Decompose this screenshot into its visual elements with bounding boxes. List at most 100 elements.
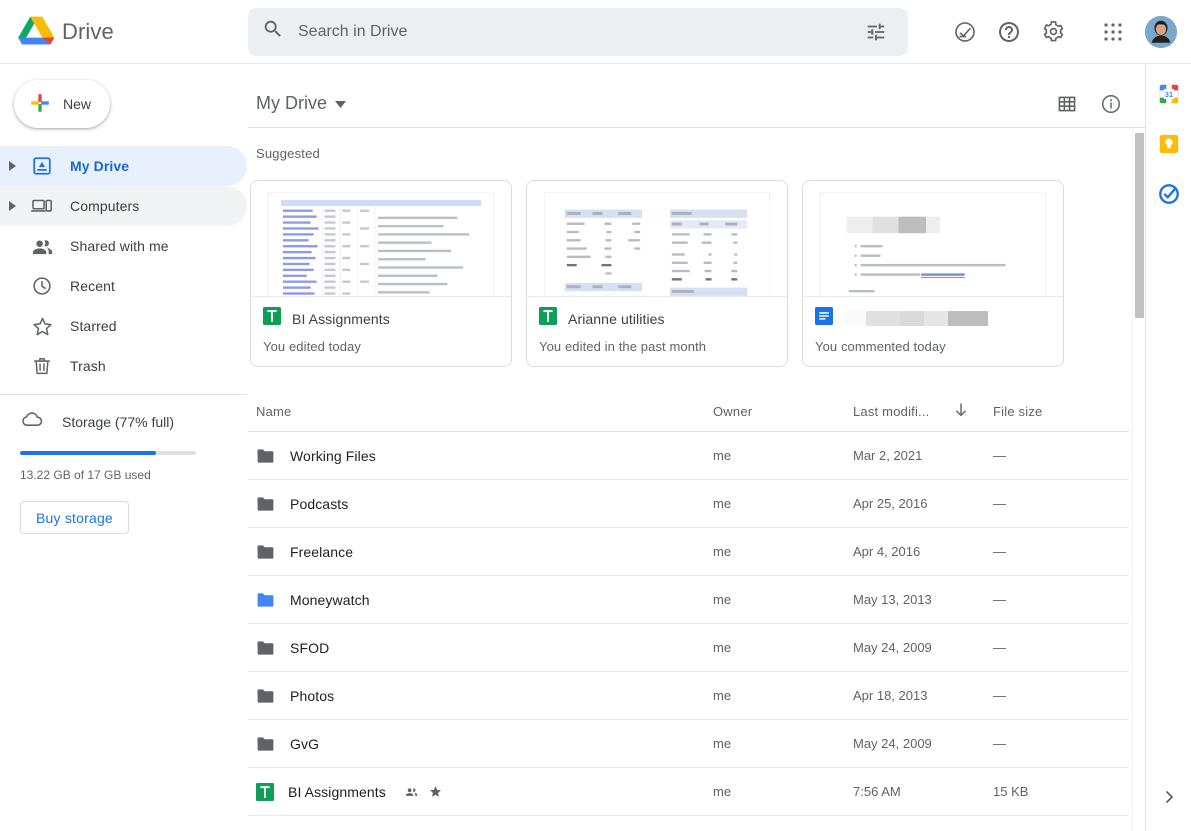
vertical-scrollbar[interactable] [1132,128,1145,831]
column-header-modified[interactable]: Last modifi... [853,402,993,421]
column-header-size[interactable]: File size [993,404,1113,419]
cell-owner: me [713,592,732,607]
sidebar-item-label: My Drive [70,158,130,174]
new-button-label: New [63,96,92,112]
table-row[interactable]: GvG me May 24, 2009 — [248,720,1129,768]
google-drive-logo [16,14,56,50]
row-badges [404,784,443,799]
column-header-name[interactable]: Name [256,404,713,419]
google-keep-icon[interactable] [1157,132,1181,156]
cell-modified: May 24, 2009 [853,640,932,655]
trash-icon [26,355,58,377]
sidebar-item-label: Shared with me [70,238,169,254]
info-circle-icon[interactable] [1091,84,1131,124]
sidebar-item-shared-with-me[interactable]: Shared with me [0,226,247,266]
folder-icon [256,590,276,610]
breadcrumb[interactable]: My Drive [248,89,354,118]
caret-down-icon[interactable] [335,95,346,113]
cell-size: — [993,496,1006,511]
table-row[interactable]: Moneywatch me May 13, 2013 — [248,576,1129,624]
task-check-circle-icon[interactable] [945,12,985,52]
scrollbar-thumb[interactable] [1135,133,1144,318]
storage-header[interactable]: Storage (77% full) [20,409,231,434]
cell-size: — [993,640,1006,655]
brand[interactable]: Drive [0,14,248,50]
sidebar-item-trash[interactable]: Trash [0,346,247,386]
cell-modified: Apr 18, 2013 [853,688,928,703]
storage-progress-fill [20,451,156,455]
table-row[interactable]: Arianne utilitiesmeJan 6, 20222 KB [248,816,1129,831]
card-title-row: Arianne utilities [539,307,775,330]
search-input[interactable] [284,22,856,41]
card-title: Arianne utilities [568,310,665,327]
sidebar-item-label: Recent [70,278,115,294]
cell-owner: me [713,640,732,655]
arrow-down-icon [954,402,968,421]
apps-grid-icon[interactable] [1093,12,1133,52]
redaction-block [844,311,866,326]
help-circle-icon[interactable] [989,12,1029,52]
header-actions [1047,84,1131,124]
file-name: Moneywatch [290,591,370,608]
file-name: SFOD [290,639,330,656]
clock-icon [26,275,58,297]
page-title: My Drive [256,93,327,113]
avatar[interactable] [1145,15,1177,48]
card-thumbnail [251,181,511,297]
sidebar-item-my-drive[interactable]: My Drive [0,146,247,186]
sidebar-item-recent[interactable]: Recent [0,266,247,306]
star-icon[interactable] [428,784,443,799]
column-header-owner[interactable]: Owner [713,404,853,419]
storage-section: Storage (77% full) 13.22 GB of 17 GB use… [0,395,247,534]
search-box[interactable] [248,7,908,56]
folder-icon [256,446,276,466]
tune-icon[interactable] [856,12,896,52]
table-row[interactable]: SFOD me May 24, 2009 — [248,624,1129,672]
google-tasks-icon[interactable] [1157,182,1181,206]
table-row[interactable]: Freelance me Apr 4, 2016 — [248,528,1129,576]
card-footer: Arianne utilities You edited in the past… [527,297,787,366]
drive-app: Drive Search in Drive New My Drive Compu… [0,0,1191,831]
card-thumbnail [527,181,787,297]
app-title: Drive [62,18,114,44]
cell-name: Working Files [256,446,713,466]
cell-size: — [993,448,1006,463]
app-body: New My Drive Computers Shared with me Re… [0,64,1191,831]
google-docs-icon [815,307,833,330]
buy-storage-button[interactable]: Buy storage [20,501,129,534]
sidebar-item-computers[interactable]: Computers [0,186,247,226]
table-row[interactable]: BI Assignments me 7:56 AM 15 KB [248,768,1129,816]
expand-triangle-icon[interactable] [0,201,26,211]
grid-view-icon[interactable] [1047,84,1087,124]
file-name: Working Files [290,447,376,464]
suggested-card[interactable]: Arianne utilities You edited in the past… [526,180,788,367]
cell-owner: me [713,448,732,463]
cell-name: Freelance [256,542,713,562]
cell-name: GvG [256,734,713,754]
redaction-block [866,311,900,326]
table-row[interactable]: Photos me Apr 18, 2013 — [248,672,1129,720]
table-row[interactable]: Podcasts me Apr 25, 2016 — [248,480,1129,528]
thumbnail-page [269,193,493,296]
cell-modified: Apr 4, 2016 [853,544,921,559]
thumbnail-page [821,193,1045,296]
search-area [248,7,945,56]
file-name: GvG [290,735,320,752]
suggested-card[interactable]: You commented today [802,180,1064,367]
new-button[interactable]: New [14,80,110,128]
computers-icon [26,195,58,217]
svg-text:31: 31 [1164,90,1172,99]
folder-icon [256,638,276,658]
cell-owner: me [713,544,732,559]
sidebar-item-starred[interactable]: Starred [0,306,247,346]
top-bar: Drive [0,0,1191,64]
gear-icon[interactable] [1033,12,1073,52]
table-row[interactable]: Working Files me Mar 2, 2021 — [248,432,1129,480]
cell-owner: me [713,736,732,751]
chevron-right-icon[interactable] [1146,779,1191,815]
sidebar-nav: My Drive Computers Shared with me Recent… [0,146,247,386]
google-calendar-icon[interactable]: 31 [1157,82,1181,106]
suggested-card[interactable]: BI Assignments You edited today [250,180,512,367]
card-footer: BI Assignments You edited today [251,297,511,366]
expand-triangle-icon[interactable] [0,161,26,171]
